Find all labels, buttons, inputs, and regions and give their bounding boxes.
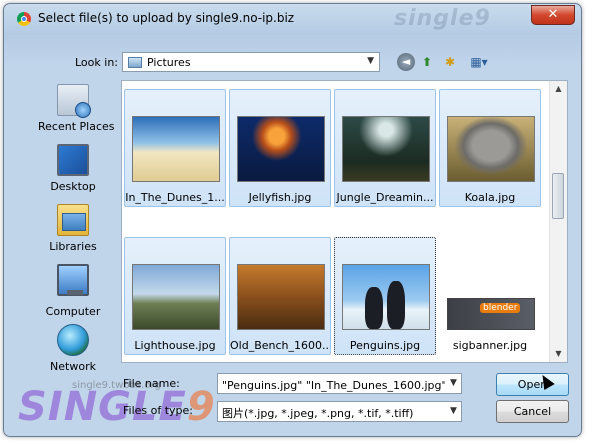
file-tile[interactable]: Penguins.jpg: [334, 237, 436, 355]
file-list[interactable]: In_The_Dunes_1... Jellyfish.jpg Jungle_D…: [121, 80, 568, 363]
computer-icon: [57, 264, 89, 296]
recent-places-icon: [57, 84, 91, 118]
file-thumbnail: [342, 116, 430, 182]
scroll-down-icon[interactable]: ▼: [550, 346, 567, 362]
lookin-value: Pictures: [147, 56, 191, 69]
file-tile[interactable]: Jungle_Dreamin...: [334, 89, 436, 207]
cancel-button[interactable]: Cancel: [496, 400, 569, 423]
libraries-icon: [57, 204, 89, 236]
filename-input[interactable]: [217, 373, 462, 394]
file-tile[interactable]: Lighthouse.jpg: [124, 237, 226, 355]
file-tile[interactable]: In_The_Dunes_1...: [124, 89, 226, 207]
views-menu-icon[interactable]: ▦▾: [464, 53, 494, 71]
desktop-icon: [57, 144, 89, 176]
back-icon[interactable]: ◄: [397, 53, 415, 71]
title-watermark: single9: [394, 6, 491, 31]
file-thumbnail: [237, 116, 325, 182]
place-label: Computer: [45, 305, 101, 318]
open-button[interactable]: Open: [496, 373, 569, 396]
chevron-down-icon[interactable]: ▼: [450, 406, 457, 416]
chrome-icon: [17, 12, 31, 26]
scroll-up-icon[interactable]: ▲: [550, 81, 567, 97]
place-recent-places[interactable]: Recent Places: [38, 84, 115, 133]
file-name: In_The_Dunes_1...: [125, 191, 225, 204]
pictures-folder-icon: [128, 57, 142, 68]
place-label: Network: [50, 360, 96, 373]
file-name: sigbanner.jpg: [452, 339, 528, 352]
file-thumbnail: [447, 116, 535, 182]
file-tile[interactable]: sigbanner.jpg: [439, 237, 541, 355]
file-name: Old_Bench_1600....: [230, 339, 330, 352]
network-icon: [57, 324, 89, 356]
file-name: Penguins.jpg: [349, 339, 421, 352]
place-label: Desktop: [50, 180, 96, 193]
title-bar[interactable]: Select file(s) to upload by single9.no-i…: [4, 4, 581, 34]
places-bar: Recent Places Desktop Libraries Computer…: [38, 80, 115, 373]
place-desktop[interactable]: Desktop: [38, 144, 108, 193]
place-network[interactable]: Network: [38, 324, 108, 373]
place-libraries[interactable]: Libraries: [38, 204, 108, 253]
file-upload-dialog: Select file(s) to upload by single9.no-i…: [3, 3, 582, 437]
file-name: Jellyfish.jpg: [248, 191, 312, 204]
close-button[interactable]: ✕: [531, 5, 575, 25]
filetype-dropdown[interactable]: 图片(*.jpg, *.jpeg, *.png, *.tif, *.tiff): [217, 401, 462, 422]
filetype-label: Files of type:: [123, 404, 194, 417]
file-tile[interactable]: Old_Bench_1600....: [229, 237, 331, 355]
vertical-scrollbar[interactable]: ▲ ▼: [549, 81, 567, 362]
window-title: Select file(s) to upload by single9.no-i…: [38, 11, 295, 25]
chevron-down-icon[interactable]: ▼: [450, 378, 457, 388]
chevron-down-icon: ▼: [367, 56, 374, 66]
lookin-dropdown[interactable]: Pictures ▼: [122, 52, 380, 72]
scroll-thumb[interactable]: [552, 173, 564, 219]
file-thumbnail: [132, 264, 220, 330]
up-folder-icon[interactable]: ⬆: [418, 53, 436, 71]
file-name: Koala.jpg: [464, 191, 516, 204]
file-thumbnail: [132, 116, 220, 182]
place-computer[interactable]: Computer: [38, 264, 108, 318]
file-thumbnail: [237, 264, 325, 330]
file-name: Lighthouse.jpg: [134, 339, 216, 352]
place-label: Libraries: [49, 240, 97, 253]
place-label: Recent Places: [38, 120, 115, 133]
file-tile[interactable]: Koala.jpg: [439, 89, 541, 207]
filename-label: File name:: [123, 377, 180, 390]
file-thumbnail: [447, 298, 535, 330]
file-tile[interactable]: Jellyfish.jpg: [229, 89, 331, 207]
file-name: Jungle_Dreamin...: [336, 191, 434, 204]
new-folder-icon[interactable]: ✱: [441, 53, 459, 71]
file-thumbnail: [342, 264, 430, 330]
lookin-label: Look in:: [75, 56, 118, 69]
